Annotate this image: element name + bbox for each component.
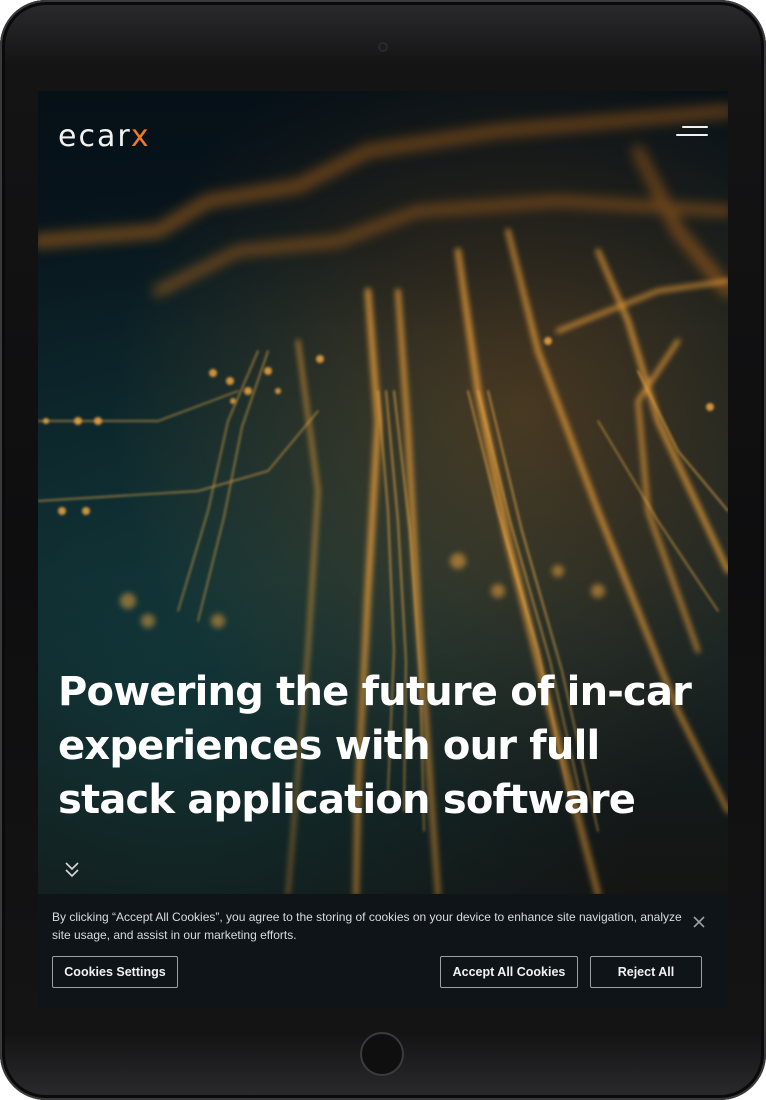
cookie-banner: By clicking “Accept All Cookies”, you ag… (38, 894, 728, 1008)
menu-line-bottom (676, 134, 708, 136)
menu-line-top (682, 126, 708, 128)
cookie-consent-text: By clicking “Accept All Cookies”, you ag… (52, 910, 682, 942)
logo-accent-letter: x (130, 119, 151, 154)
double-chevron-down-icon[interactable] (64, 861, 80, 879)
screen: ecarx Powering the future of in-car expe… (38, 91, 728, 1008)
ecarx-logo[interactable]: ecarx (58, 119, 151, 154)
hero-headline: Powering the future of in-car experience… (58, 669, 692, 823)
cookies-settings-button[interactable]: Cookies Settings (52, 956, 178, 988)
accept-all-cookies-button[interactable]: Accept All Cookies (440, 956, 578, 988)
hero-section: ecarx Powering the future of in-car expe… (38, 91, 728, 894)
tablet-frame: ecarx Powering the future of in-car expe… (0, 0, 766, 1100)
close-icon[interactable] (691, 914, 707, 930)
reject-all-button[interactable]: Reject All (590, 956, 702, 988)
front-camera (378, 42, 388, 52)
home-button[interactable] (360, 1032, 404, 1076)
logo-text: ecar (58, 119, 131, 154)
hamburger-menu-icon[interactable] (676, 125, 710, 139)
